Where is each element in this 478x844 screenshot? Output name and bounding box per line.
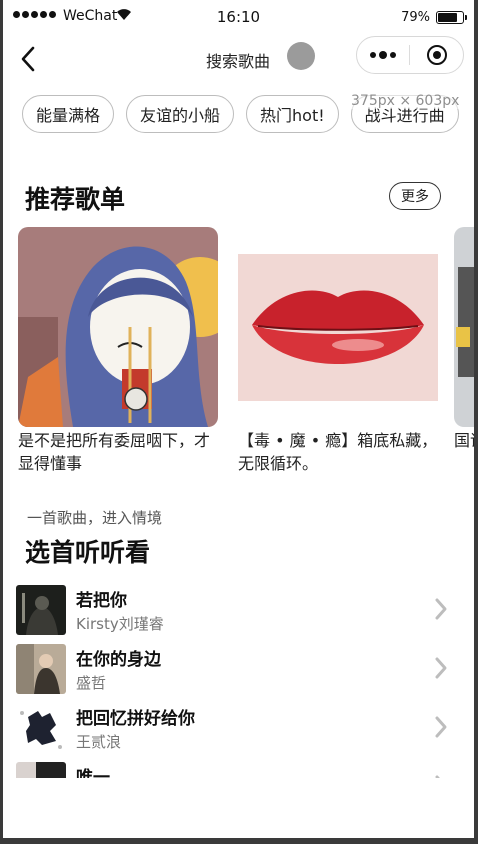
song-name: 把回忆拼好给你	[76, 709, 195, 729]
playlist-caption: 国语也是	[454, 431, 474, 450]
songs-heading: 选首听听看	[25, 538, 151, 567]
playlist-card[interactable]: 是不是把所有委屈咽下，才显得懂事	[18, 227, 218, 475]
playlist-cover	[18, 227, 218, 427]
playlist-card[interactable]: 国语也是	[454, 227, 474, 452]
chevron-right-icon	[433, 774, 449, 778]
song-name: 若把你	[76, 591, 127, 611]
loading-dot	[287, 42, 315, 70]
playlist-cover	[238, 227, 438, 427]
chevron-left-icon[interactable]	[13, 44, 43, 74]
page-title: 搜索歌曲	[206, 52, 271, 71]
playlist-carousel: 是不是把所有委屈咽下，才显得懂事 【毒 • 魔 • 瘾】箱底私藏，无限循环。 国	[18, 227, 474, 487]
song-thumbnail	[16, 762, 66, 778]
target-circle-icon[interactable]	[410, 37, 463, 73]
song-row[interactable]: 把回忆拼好给你 王贰浪	[16, 703, 461, 755]
playlists-heading: 推荐歌单	[25, 185, 126, 214]
chevron-right-icon	[433, 597, 449, 625]
songs-subtitle: 一首歌曲，进入情境	[27, 509, 163, 527]
phone-screen: WeChat 16:10 79% 搜索歌曲 能量满格 友谊的小船 热门hot! …	[3, 0, 474, 838]
playlist-cover	[454, 227, 474, 427]
battery-percent: 79%	[401, 10, 430, 25]
tag-chip[interactable]: 能量满格	[22, 95, 115, 133]
song-name: 唯一	[76, 768, 110, 778]
playlist-caption: 【毒 • 魔 • 瘾】箱底私藏，无限循环。	[238, 431, 438, 473]
tag-chip[interactable]: 热门hot!	[246, 95, 339, 133]
chevron-right-icon	[433, 715, 449, 743]
nav-bar: 搜索歌曲	[3, 36, 474, 84]
more-dots-icon[interactable]	[357, 37, 409, 73]
chevron-right-icon	[433, 656, 449, 684]
song-name: 在你的身边	[76, 650, 161, 670]
song-thumbnail	[16, 644, 66, 694]
viewport-size-label: 375px × 603px	[351, 93, 460, 109]
tag-chip[interactable]: 友谊的小船	[126, 95, 235, 133]
song-row[interactable]: 若把你 Kirsty刘瑾睿	[16, 585, 461, 637]
song-artist: 盛哲	[76, 674, 107, 692]
song-thumbnail	[16, 703, 66, 753]
playlist-caption: 是不是把所有委屈咽下，才显得懂事	[18, 431, 211, 473]
song-artist: 王贰浪	[76, 733, 122, 751]
song-row[interactable]: 在你的身边 盛哲	[16, 644, 461, 696]
song-artist: Kirsty刘瑾睿	[76, 615, 164, 633]
more-button[interactable]: 更多	[389, 182, 441, 210]
song-row[interactable]: 唯一	[16, 762, 461, 778]
status-bar: WeChat 16:10 79%	[3, 0, 474, 36]
battery-icon	[436, 11, 467, 24]
playlist-card[interactable]: 【毒 • 魔 • 瘾】箱底私藏，无限循环。	[238, 227, 438, 475]
song-thumbnail	[16, 585, 66, 635]
mini-program-capsule	[356, 36, 464, 74]
